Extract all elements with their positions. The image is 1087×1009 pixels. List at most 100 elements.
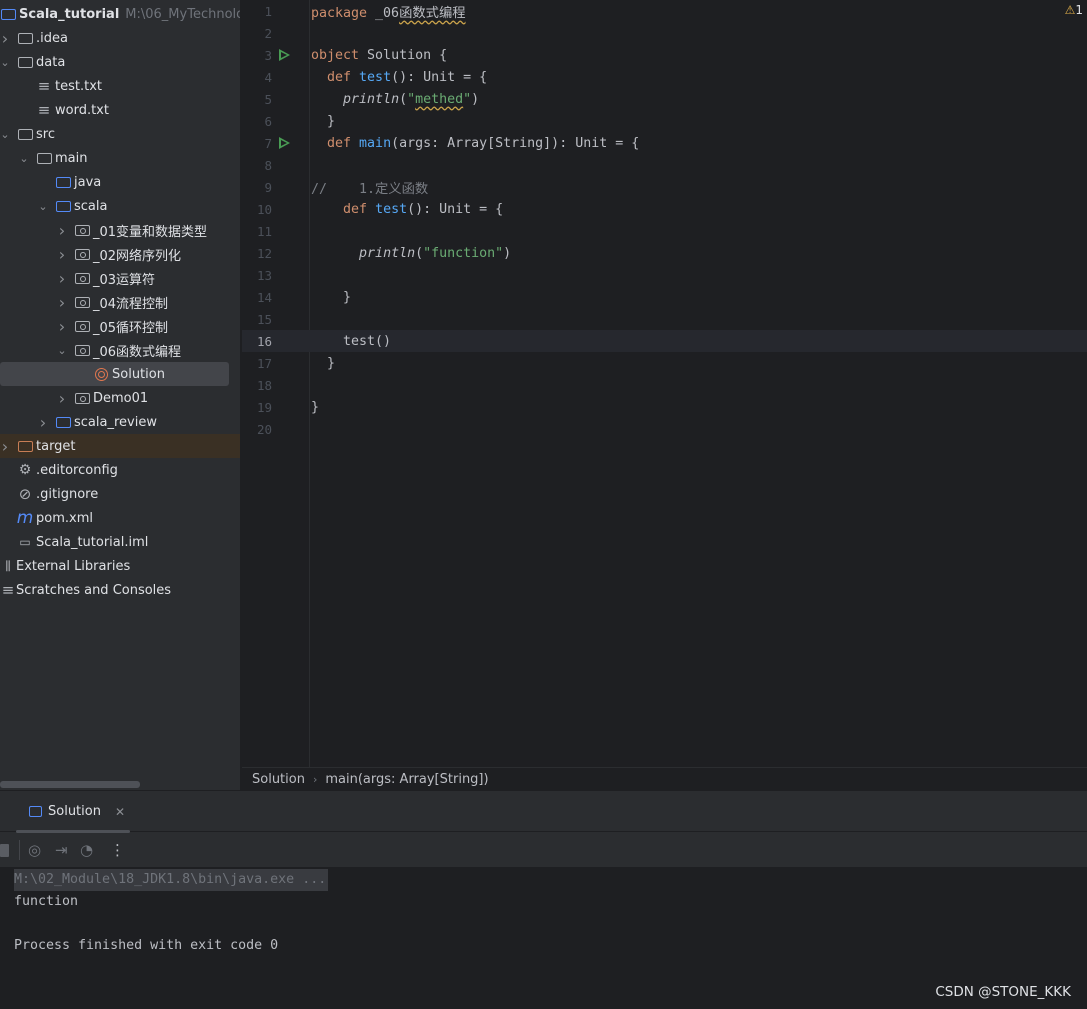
chevron-right-icon[interactable]: › (0, 29, 10, 48)
folder-icon (17, 126, 33, 142)
tree-item[interactable]: ⌄ data (0, 50, 240, 74)
ignore-icon: ⊘ (17, 485, 33, 503)
tree-item[interactable]: › _04流程控制 (0, 290, 240, 314)
tree-item[interactable]: › target (0, 434, 240, 458)
chevron-down-icon[interactable]: ⌄ (38, 200, 48, 213)
scala-object-icon (93, 366, 109, 382)
code-line[interactable]: 8 (242, 154, 1087, 176)
run-gutter-icon[interactable] (279, 49, 290, 61)
code-line[interactable]: 10 def test(): Unit = { (242, 198, 1087, 220)
tree-item[interactable]: ⊘ .gitignore (0, 482, 240, 506)
chevron-right-icon[interactable]: › (57, 293, 67, 312)
close-icon[interactable]: ✕ (115, 805, 125, 819)
chevron-right-icon[interactable]: › (57, 317, 67, 336)
line-number: 10 (256, 201, 272, 217)
chevron-down-icon[interactable]: ⌄ (57, 344, 67, 357)
code-line[interactable]: 7 def main(args: Array[String]): Unit = … (242, 132, 1087, 154)
code-line[interactable]: 19} (242, 396, 1087, 418)
code-line[interactable]: 18 (242, 374, 1087, 396)
tree-item[interactable]: › scala_review (0, 410, 240, 434)
code-line[interactable]: 9 // 1.定义函数 (242, 176, 1087, 198)
import-icon[interactable]: ⇥ (55, 841, 68, 859)
camera-icon[interactable]: ◎ (28, 841, 41, 859)
stop-icon[interactable] (0, 843, 9, 857)
code-token: } (311, 355, 336, 371)
horizontal-scrollbar[interactable] (0, 781, 140, 788)
code-text: object Solution { (311, 48, 447, 63)
code-text: def main(args: Array[String]): Unit = { (311, 136, 639, 151)
chevron-down-icon[interactable]: ⌄ (0, 128, 10, 141)
code-token: println (359, 245, 416, 261)
tree-item-label: _05循环控制 (93, 317, 168, 336)
source-folder-glyph (55, 416, 71, 428)
tree-item[interactable]: m pom.xml (0, 506, 240, 530)
chevron-right-icon[interactable]: › (38, 413, 48, 432)
chevron-down-icon[interactable]: ⌄ (19, 152, 29, 165)
chevron-right-icon[interactable]: › (57, 269, 67, 288)
code-line[interactable]: 4 def test(): Unit = { (242, 66, 1087, 88)
excluded-folder-glyph (17, 440, 33, 452)
package-icon (74, 342, 90, 358)
package-glyph (74, 272, 90, 284)
code-line[interactable]: 3 object Solution { (242, 44, 1087, 66)
code-text: } (311, 400, 319, 415)
more-icon[interactable]: ⋮ (110, 841, 125, 859)
code-line[interactable]: 12 println("function") (242, 242, 1087, 264)
code-line[interactable]: 16 test() (242, 330, 1087, 352)
profiler-icon[interactable]: ◔ (80, 841, 93, 859)
tree-item[interactable]: › _01变量和数据类型 (0, 218, 240, 242)
chevron-right-icon[interactable]: › (57, 389, 67, 408)
tree-item[interactable]: ≡ Scratches and Consoles (0, 578, 240, 602)
tree-item[interactable]: ⌄ src (0, 122, 240, 146)
tree-item[interactable]: ≡ word.txt (0, 98, 240, 122)
tree-item[interactable]: ⌄ scala (0, 194, 240, 218)
tree-item[interactable]: ⌄ main (0, 146, 240, 170)
package-icon (74, 294, 90, 310)
tree-item[interactable]: ⌄ _06函数式编程 (0, 338, 240, 362)
chevron-down-icon[interactable]: ⌄ (0, 56, 10, 69)
ignore-glyph: ⊘ (18, 485, 32, 503)
code-line[interactable]: 13 (242, 264, 1087, 286)
code-line[interactable]: 5 println("methed") (242, 88, 1087, 110)
tree-item[interactable]: › .idea (0, 26, 240, 50)
tree-item[interactable]: Solution (0, 362, 229, 386)
tree-item-label: Demo01 (93, 391, 148, 406)
console-output[interactable]: M:\02_Module\18_JDK1.8\bin\java.exe ... f… (0, 867, 1087, 1009)
tree-item[interactable]: ▭ Scala_tutorial.iml (0, 530, 240, 554)
tree-item-label: src (36, 127, 55, 142)
tab-solution[interactable]: Solution ✕ (16, 791, 130, 833)
chevron-right-icon[interactable]: › (0, 437, 10, 456)
module-glyph (0, 8, 16, 20)
code-token: _06 (375, 5, 400, 21)
tab-label: Solution (48, 804, 101, 819)
run-gutter-icon[interactable] (279, 137, 290, 149)
code-line[interactable]: 6 } (242, 110, 1087, 132)
code-line[interactable]: 2 (242, 22, 1087, 44)
code-line[interactable]: 15 (242, 308, 1087, 330)
tree-item[interactable]: ⚙ .editorconfig (0, 458, 240, 482)
chevron-right-icon[interactable]: › (57, 245, 67, 264)
item-name: Scratches and Consoles (16, 582, 172, 598)
breadcrumb-item[interactable]: Solution (252, 772, 305, 787)
tree-item[interactable]: › _02网络序列化 (0, 242, 240, 266)
tree-item[interactable]: ≡ test.txt (0, 74, 240, 98)
code-line[interactable]: 17 } (242, 352, 1087, 374)
tree-item[interactable]: › Demo01 (0, 386, 240, 410)
tree-item[interactable]: › _05循环控制 (0, 314, 240, 338)
tree-item[interactable]: Scala_tutorial M:\06_MyTechnology\ (0, 2, 240, 26)
code-token: "function" (423, 245, 504, 261)
code-line[interactable]: 1 package _06函数式编程 (242, 0, 1087, 22)
tree-item[interactable]: ⫼ External Libraries (0, 554, 240, 578)
code-text: } (311, 356, 335, 371)
source-folder-icon (55, 198, 71, 214)
breadcrumb-item[interactable]: main(args: Array[String]) (325, 772, 488, 787)
code-line[interactable]: 11 (242, 220, 1087, 242)
tree-item[interactable]: java (0, 170, 240, 194)
code-line[interactable]: 20 (242, 418, 1087, 440)
chevron-right-icon[interactable]: › (57, 221, 67, 240)
tree-item[interactable]: › _03运算符 (0, 266, 240, 290)
code-line[interactable]: 14 } (242, 286, 1087, 308)
